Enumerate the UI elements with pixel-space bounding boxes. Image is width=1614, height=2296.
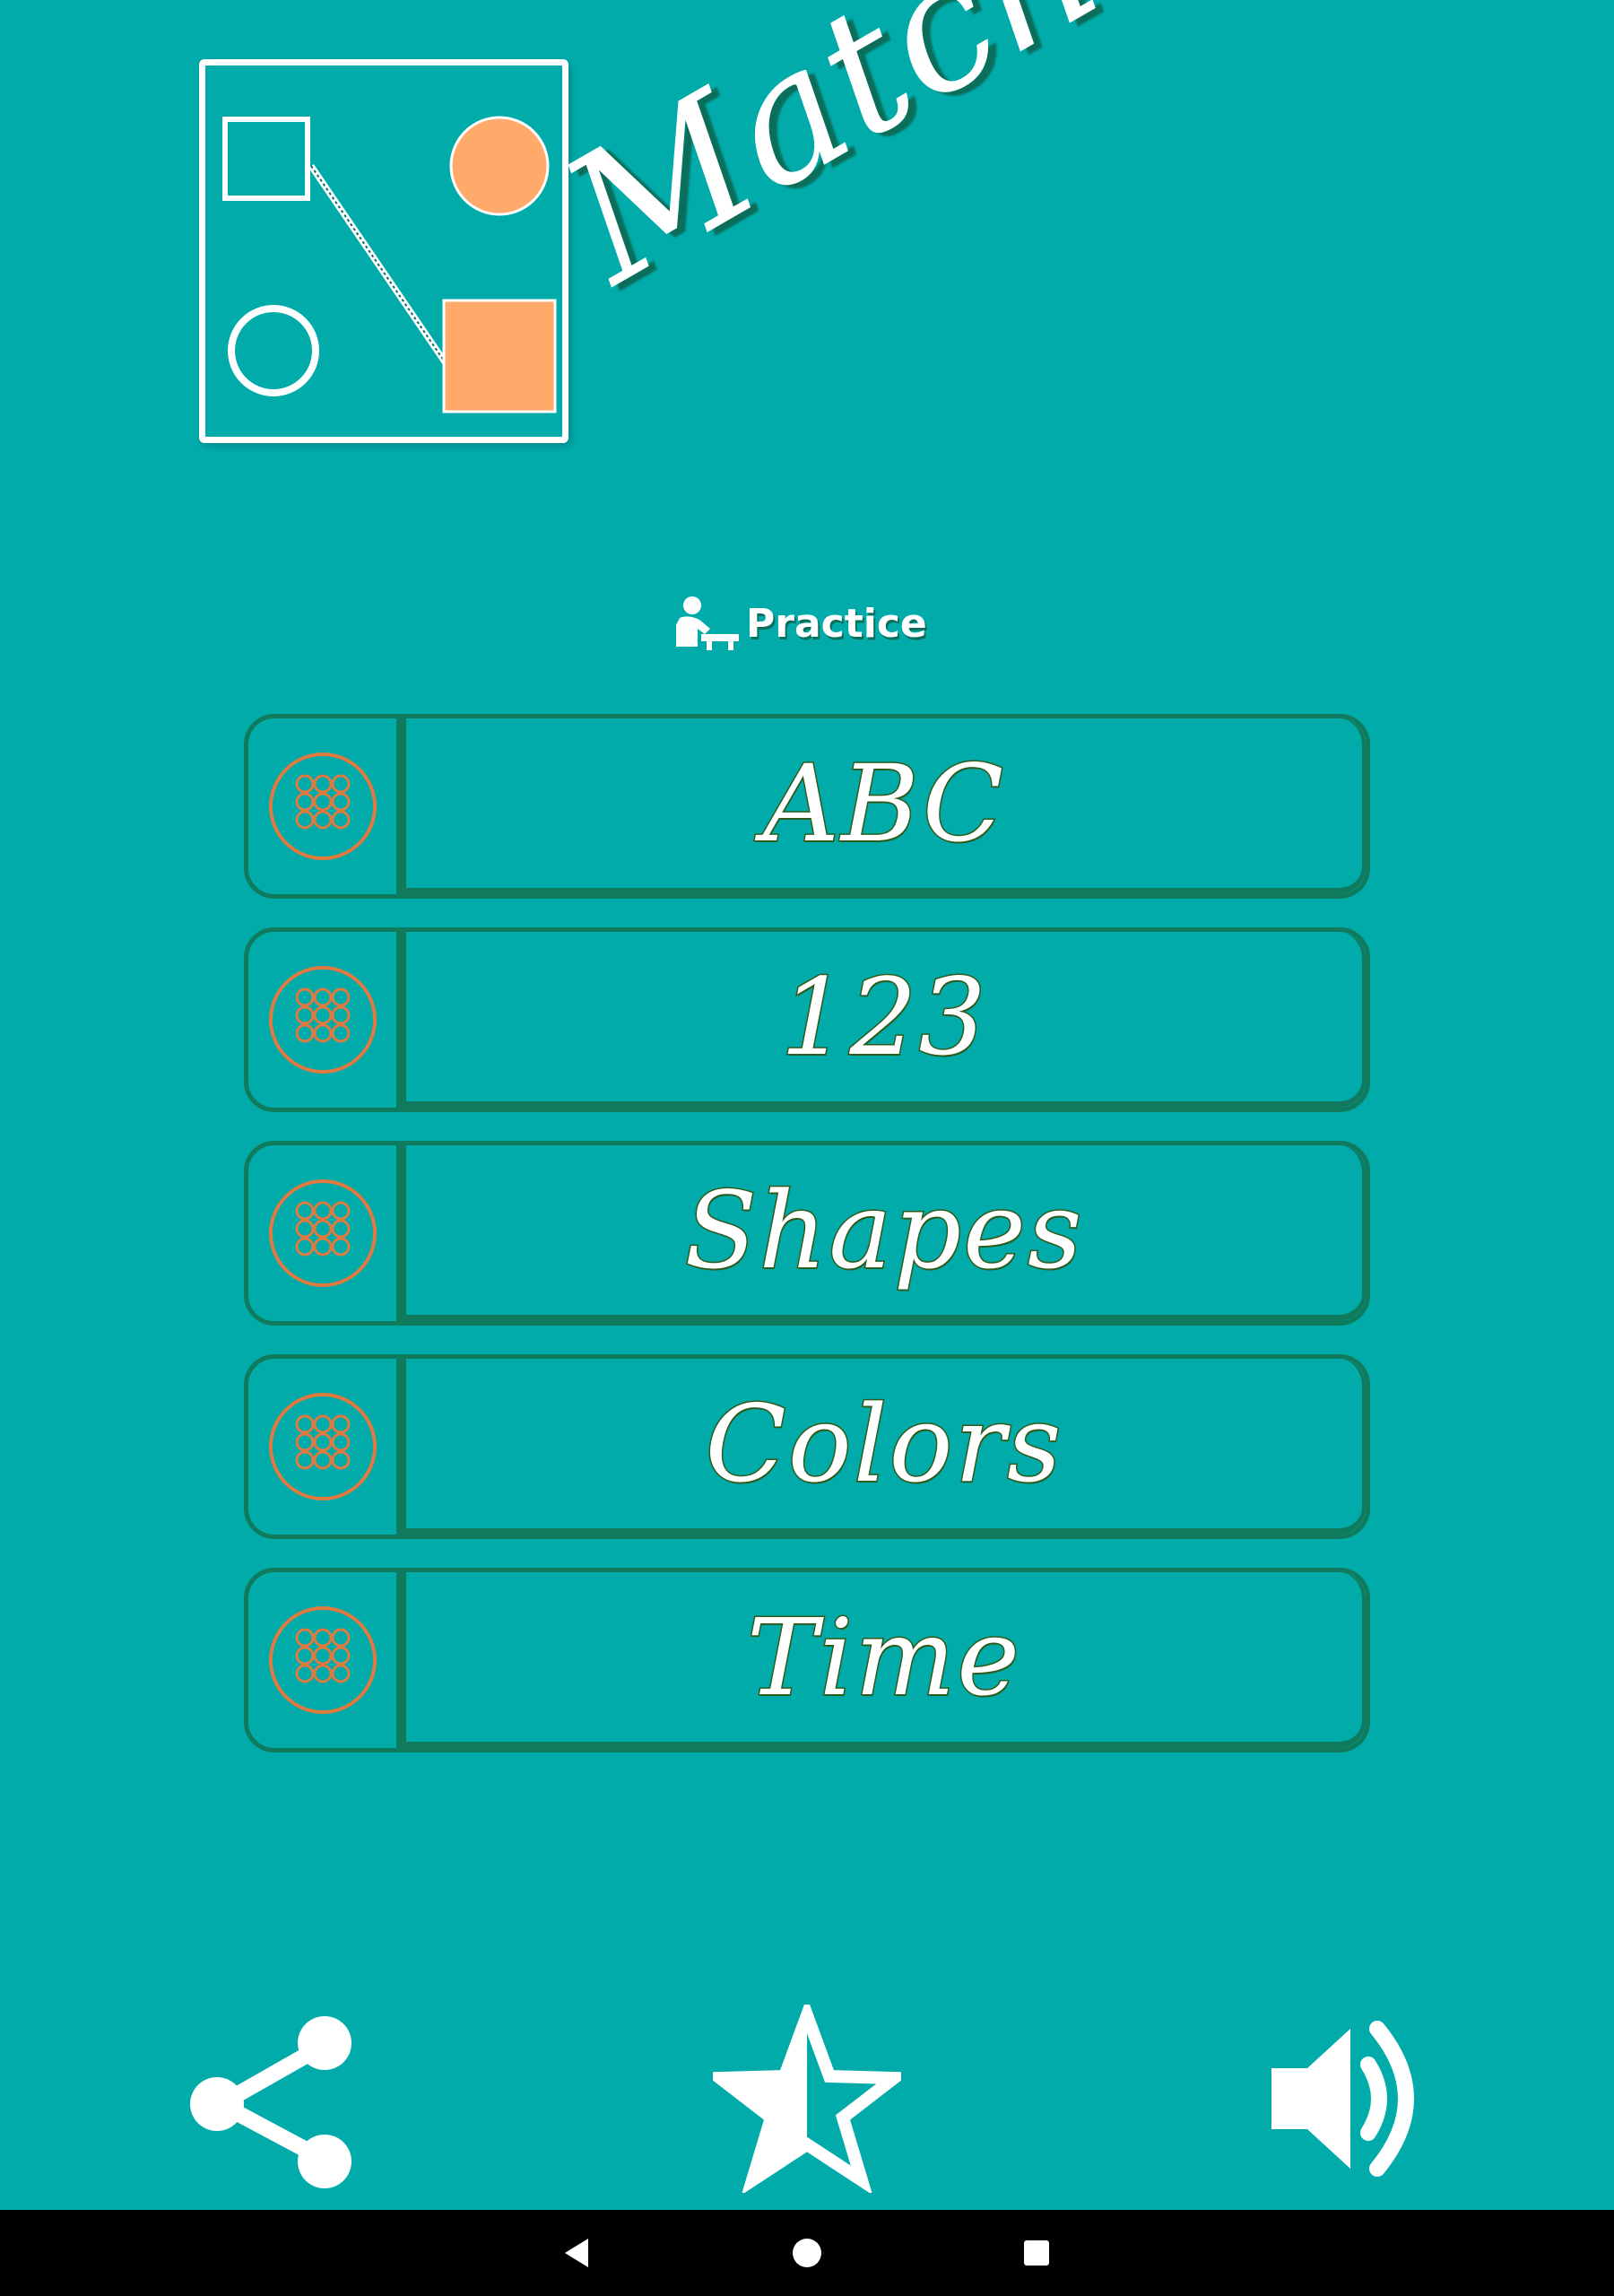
back-button[interactable] [551,2226,604,2280]
star-half-icon [713,2005,901,2193]
menu-item-label: 123 [779,954,988,1079]
practice-header: Practice [671,592,927,655]
recents-button[interactable] [1010,2226,1063,2280]
rate-button[interactable] [708,2000,906,2197]
dots-grid-icon [268,752,377,860]
volume-icon [1271,2021,1414,2177]
student-desk-icon [676,596,739,650]
menu-item-abc[interactable]: ABC [244,714,1370,899]
menu-item-label: Shapes [683,1168,1084,1292]
menu-item-123[interactable]: 123 [244,927,1370,1112]
category-menu: ABC 123 Shapes Colors Time [244,714,1370,1781]
app-title: Match It [533,0,1308,323]
system-nav-bar [0,2210,1614,2296]
back-triangle-icon [565,2239,588,2267]
practice-label: Practice [746,600,927,647]
logo [199,59,568,443]
dots-grid-icon [268,1393,377,1500]
dots-grid-icon [268,966,377,1074]
menu-item-shapes[interactable]: Shapes [244,1141,1370,1326]
dots-grid-icon [268,1606,377,1714]
home-circle-icon [793,2239,821,2267]
menu-item-time[interactable]: Time [244,1568,1370,1752]
app-screen: Match It Practice ABC 123 Shapes Colors … [0,0,1614,2210]
menu-item-colors[interactable]: Colors [244,1354,1370,1539]
sound-button[interactable] [1246,2000,1444,2197]
share-icon [190,2016,351,2188]
share-button[interactable] [172,2000,369,2197]
recents-square-icon [1024,2240,1049,2266]
home-button[interactable] [780,2226,834,2280]
menu-item-label: ABC [761,741,1006,865]
dots-grid-icon [268,1179,377,1287]
menu-item-label: Colors [704,1381,1063,1506]
menu-item-label: Time [745,1595,1022,1719]
match-shapes-logo-icon [222,116,557,413]
